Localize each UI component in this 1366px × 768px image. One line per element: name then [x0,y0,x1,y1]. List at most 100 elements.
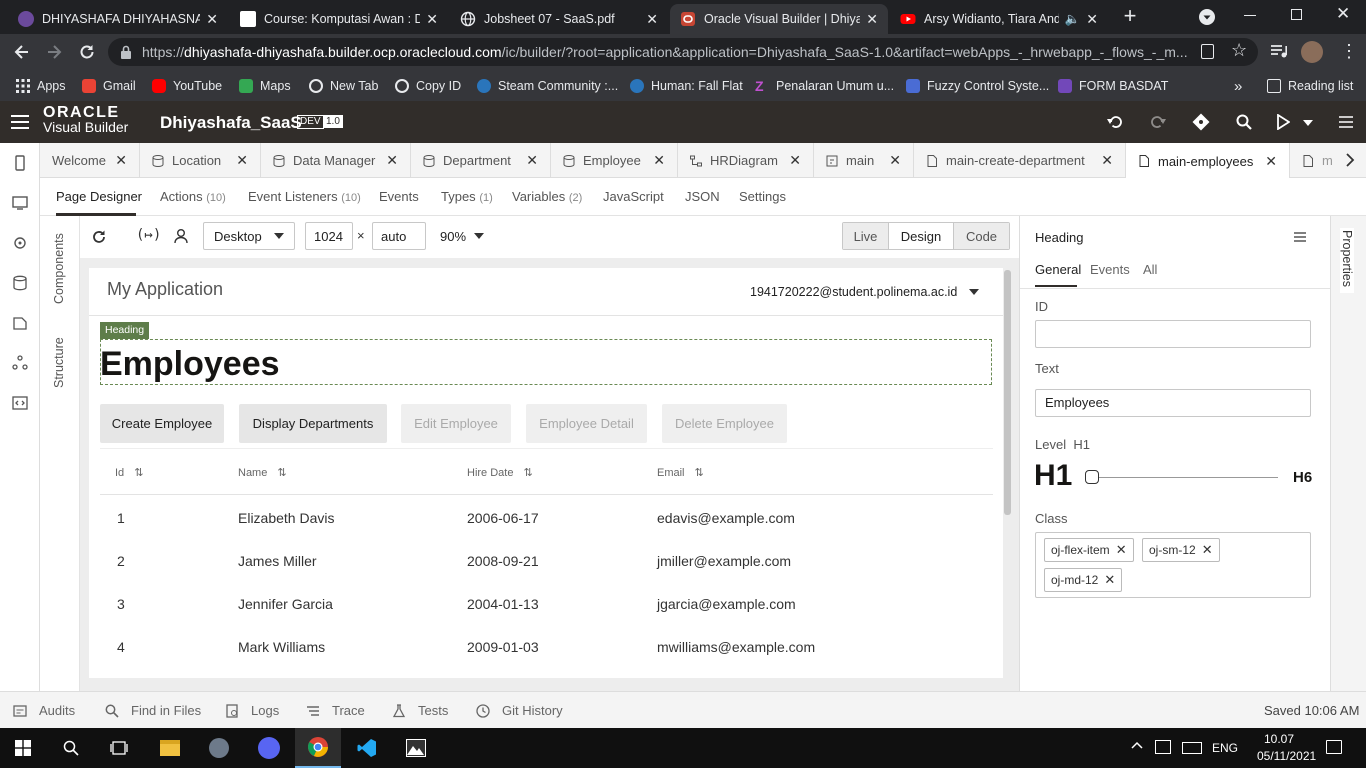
doc-tab-overflow[interactable]: m [1290,143,1342,178]
remove-chip-icon[interactable]: ✕ [1116,542,1127,558]
find-in-files-button[interactable]: Find in Files [105,703,201,718]
menu-dots-icon[interactable]: ⋮ [1340,42,1358,60]
structure-tab[interactable]: Structure [52,337,66,388]
logs-button[interactable]: Logs [225,703,279,718]
clock-time[interactable]: 10.07 [1264,732,1294,746]
remove-chip-icon[interactable]: ✕ [1104,572,1115,588]
more-bookmarks-chevron-icon[interactable]: » [1234,76,1242,96]
mobile-apps-icon[interactable] [12,155,28,171]
search-icon[interactable] [48,728,94,768]
class-chip[interactable]: oj-sm-12 ✕ [1142,538,1220,562]
photos-icon[interactable] [393,728,439,768]
main-menu-icon[interactable] [1339,116,1353,128]
network-icon[interactable] [1155,740,1171,754]
subnav-json[interactable]: JSON [685,189,720,204]
user-menu-chevron-down-icon[interactable] [969,289,979,295]
hamburger-menu-icon[interactable] [11,115,29,129]
bookmark-maps[interactable]: Maps [239,76,291,96]
bookmark-copy-id[interactable]: Copy ID [395,76,461,96]
git-diamond-icon[interactable] [1192,113,1210,131]
doc-tab-department[interactable]: Department ✕ [411,143,551,178]
close-icon[interactable]: ✕ [526,152,538,169]
column-header-hire-date[interactable]: Hire Date ⇅ [467,466,533,480]
keyboard-icon[interactable] [1182,742,1202,754]
close-icon[interactable]: ✕ [236,152,248,169]
browser-tab[interactable]: Course: Komputasi Awan : Di ✕ [230,4,448,34]
canvas-height-input[interactable]: auto [372,222,426,250]
canvas-width-input[interactable]: 1024 [305,222,353,250]
chrome-icon[interactable] [295,728,341,768]
properties-tab-general[interactable]: General [1035,262,1081,277]
business-objects-icon[interactable] [12,275,28,291]
column-header-id[interactable]: Id ⇅ [115,466,143,480]
preview-user-email[interactable]: 1941720222@student.polinema.ac.id [750,285,957,299]
close-window-button[interactable]: ✕ [1336,4,1350,24]
close-icon[interactable]: ✕ [1265,153,1277,170]
speaker-icon[interactable]: 🔈 [1065,12,1081,27]
close-icon[interactable]: ✕ [206,11,218,28]
close-icon[interactable]: ✕ [646,11,658,28]
doc-tab-main-employees[interactable]: main-employees ✕ [1126,143,1290,179]
git-history-button[interactable]: Git History [476,703,563,718]
properties-tab-all[interactable]: All [1143,262,1157,277]
source-code-icon[interactable] [12,395,28,411]
subnav-settings[interactable]: Settings [739,189,786,204]
mode-code-button[interactable]: Code [954,223,1009,249]
browser-tab[interactable]: DHIYASHAFA DHIYAHASNA H ✕ [8,4,228,34]
tab-search-icon[interactable] [1199,9,1215,25]
subnav-events[interactable]: Events [379,189,419,204]
close-icon[interactable]: ✕ [789,152,801,169]
properties-tab-events[interactable]: Events [1090,262,1130,277]
audits-button[interactable]: Audits [13,703,75,718]
doc-tab-employee[interactable]: Employee ✕ [551,143,678,178]
canvas-scrollbar[interactable] [1004,270,1011,515]
vscode-icon[interactable] [344,728,390,768]
subnav-variables[interactable]: Variables (2) [512,189,582,204]
run-options-chevron-down-icon[interactable] [1302,119,1314,127]
doc-tab-location[interactable]: Location ✕ [140,143,261,178]
services-icon[interactable] [12,235,28,251]
close-icon[interactable]: ✕ [1086,11,1098,28]
subnav-page-designer[interactable]: Page Designer [56,189,142,204]
profile-avatar[interactable] [1301,41,1323,63]
bookmark-new-tab[interactable]: New Tab [309,76,378,96]
sort-icon[interactable]: ⇅ [277,466,286,479]
show-hidden-icons-chevron-icon[interactable] [1131,741,1143,749]
display-departments-button[interactable]: Display Departments [239,404,387,443]
trace-button[interactable]: Trace [306,703,365,718]
doc-tab-main[interactable]: main ✕ [814,143,914,178]
bookmark-star-icon[interactable]: ☆ [1231,40,1247,61]
refresh-icon[interactable] [91,229,107,245]
processes-icon[interactable] [12,355,28,371]
browser-tab[interactable]: Arsy Widianto, Tiara Andi 🔈 ✕ [890,4,1108,34]
task-view-icon[interactable] [96,728,142,768]
subnav-event-listeners[interactable]: Event Listeners (10) [248,189,361,204]
remove-chip-icon[interactable]: ✕ [1202,542,1213,558]
column-header-name[interactable]: Name ⇅ [238,466,287,480]
language-indicator[interactable]: ENG [1212,741,1238,755]
doc-tab-hrdiagram[interactable]: HRDiagram ✕ [678,143,814,178]
bookmark-human-fall-flat[interactable]: Human: Fall Flat [630,76,743,96]
close-icon[interactable]: ✕ [426,11,438,28]
user-role-icon[interactable] [173,228,189,244]
bookmark-gmail[interactable]: Gmail [82,76,136,96]
zoom-select[interactable]: 90% [432,222,492,250]
tests-button[interactable]: Tests [392,703,448,718]
properties-menu-icon[interactable] [1294,232,1306,242]
web-apps-icon[interactable] [12,195,28,211]
create-employee-button[interactable]: Create Employee [100,404,224,443]
minimize-button[interactable] [1244,15,1256,16]
level-slider-thumb[interactable] [1085,470,1099,484]
new-tab-button[interactable]: + [1118,5,1142,28]
text-input[interactable]: Employees [1035,389,1311,417]
reload-icon[interactable] [77,42,97,62]
game-app-icon[interactable] [196,728,242,768]
share-icon[interactable] [1201,44,1214,59]
mode-live-button[interactable]: Live [843,223,889,249]
sort-icon[interactable]: ⇅ [523,466,532,479]
properties-side-tab[interactable]: Properties [1340,228,1354,293]
media-list-icon[interactable] [1270,43,1288,59]
class-chip[interactable]: oj-flex-item ✕ [1044,538,1134,562]
file-explorer-icon[interactable] [147,728,193,768]
browser-tab[interactable]: Jobsheet 07 - SaaS.pdf ✕ [450,4,668,34]
